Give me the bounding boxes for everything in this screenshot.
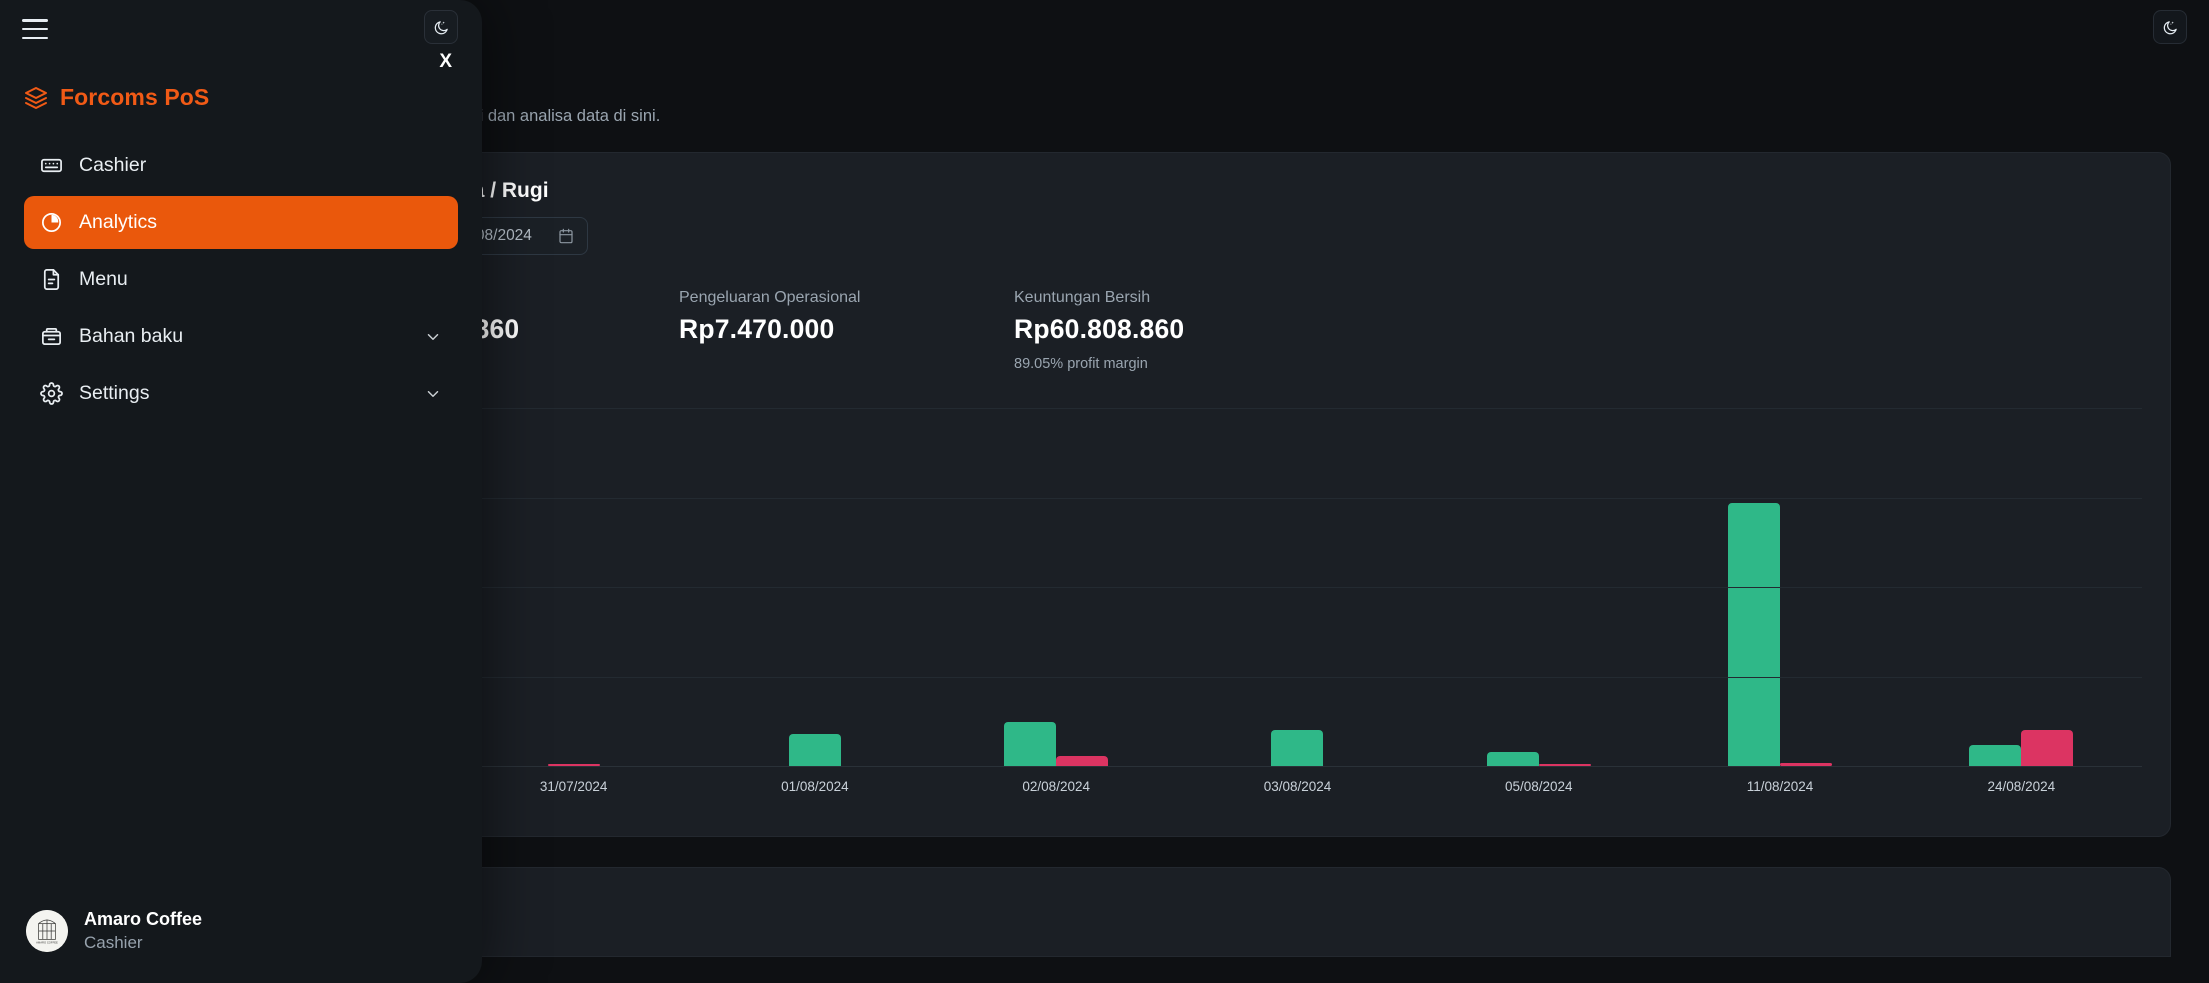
drawer-item-bahan-baku[interactable]: Bahan baku	[24, 310, 458, 363]
main-content: Analytics Lihat riwayat transaksi dan an…	[282, 0, 2209, 983]
analysis-card: Analisis Laba / Rugi 01/07/2024 - 30/08/…	[320, 152, 2171, 837]
chart-plot	[453, 408, 2142, 766]
kpi-label: Keuntungan Bersih	[1014, 289, 1344, 307]
drawer-item-label: Bahan baku	[79, 327, 183, 347]
kpi-value: Rp7.470.000	[679, 314, 1014, 345]
pie-chart-icon	[40, 211, 63, 234]
drawer-item-analytics[interactable]: Analytics	[24, 196, 458, 249]
page-header: Analytics Lihat riwayat transaksi dan an…	[320, 0, 2171, 126]
x-axis-tick-label: 31/07/2024	[453, 766, 694, 808]
kpi-value: Rp60.808.860	[1014, 314, 1344, 345]
chart-bar-profit[interactable]	[1969, 745, 2021, 766]
drawer-item-menu[interactable]: Menu	[24, 253, 458, 306]
drawer-dark-mode-toggle[interactable]	[424, 10, 458, 44]
screen-root: Forcoms PoS Cashier Analytics	[0, 0, 2209, 983]
drawer-item-label: Cashier	[79, 156, 146, 176]
moon-icon	[433, 19, 450, 36]
gridline	[453, 677, 2142, 678]
kpi-profit-margin: 89.05% profit margin	[1014, 356, 1344, 372]
drawer-topbar	[0, 0, 482, 58]
user-role: Cashier	[84, 933, 202, 953]
gridline	[453, 587, 2142, 588]
kpi-pengeluaran-operasional: Pengeluaran Operasional Rp7.470.000	[679, 289, 1014, 372]
layers-icon	[24, 86, 48, 110]
page-title: Analytics	[320, 62, 2171, 98]
chart-bar-profit[interactable]	[1487, 752, 1539, 766]
chart-bar-profit[interactable]	[1004, 722, 1056, 766]
chart-bar-profit[interactable]	[1271, 730, 1323, 766]
brand-name: Forcoms PoS	[60, 84, 209, 111]
package-icon	[40, 325, 63, 348]
x-axis-tick-label: 11/08/2024	[1659, 766, 1900, 808]
mobile-nav-drawer: X Forcoms PoS Cashier	[0, 0, 482, 983]
x-axis-tick-label: 02/08/2024	[936, 766, 1177, 808]
chart-bar-loss[interactable]	[1056, 756, 1108, 766]
x-axis-tick-label: 05/08/2024	[1418, 766, 1659, 808]
document-icon	[40, 268, 63, 291]
drawer-item-cashier[interactable]: Cashier	[24, 139, 458, 192]
dark-mode-toggle[interactable]	[2153, 10, 2187, 44]
gear-icon	[40, 382, 63, 405]
kpi-keuntungan-bersih: Keuntungan Bersih Rp60.808.860 89.05% pr…	[1014, 289, 1344, 372]
drawer-nav: Cashier Analytics Me	[0, 139, 482, 420]
gridline	[453, 498, 2142, 499]
page-subtitle: Lihat riwayat transaksi dan analisa data…	[320, 107, 2171, 126]
keyboard-icon	[40, 154, 63, 177]
svg-text:AMARO COFFEE: AMARO COFFEE	[36, 941, 58, 945]
x-axis: 31/07/202401/08/202402/08/202403/08/2024…	[453, 766, 2142, 808]
calendar-icon	[558, 228, 574, 244]
drawer-brand: Forcoms PoS	[0, 58, 482, 111]
drawer-item-label: Menu	[79, 270, 128, 290]
user-meta: Amaro Coffee Cashier	[84, 909, 202, 953]
avatar: AMARO COFFEE	[26, 910, 68, 952]
close-drawer-button[interactable]: X	[439, 52, 452, 71]
chart-bar-profit[interactable]	[1728, 503, 1780, 766]
kpi-label: Pengeluaran Operasional	[679, 289, 1014, 307]
user-name: Amaro Coffee	[84, 909, 202, 930]
hamburger-icon[interactable]	[22, 19, 48, 39]
transactions-card-title: Transaksi	[349, 894, 2142, 918]
kpi-row: Pendapatan Kotor Rp68.278.860 Pengeluara…	[349, 289, 2142, 372]
analysis-card-title: Analisis Laba / Rugi	[349, 179, 2142, 203]
profit-loss-chart: Rp0Rp15.000.000Rp30.000.000Rp45.000.000R…	[349, 408, 2142, 808]
drawer-user-profile[interactable]: AMARO COFFEE Amaro Coffee Cashier	[0, 891, 482, 983]
moon-icon	[2162, 19, 2179, 36]
x-axis-tick-label: 03/08/2024	[1177, 766, 1418, 808]
drawer-item-label: Settings	[79, 384, 149, 404]
transactions-card: Transaksi	[320, 867, 2171, 957]
drawer-item-settings[interactable]: Settings	[24, 367, 458, 420]
x-axis-tick-label: 24/08/2024	[1901, 766, 2142, 808]
x-axis-tick-label: 01/08/2024	[694, 766, 935, 808]
chart-bar-profit[interactable]	[789, 734, 841, 766]
amaro-coffee-logo-icon: AMARO COFFEE	[26, 910, 68, 952]
chart-plot-area: Rp0Rp15.000.000Rp30.000.000Rp45.000.000R…	[349, 408, 2142, 766]
drawer-item-label: Analytics	[79, 213, 157, 233]
chart-bar-loss[interactable]	[2021, 730, 2073, 766]
chevron-down-icon	[424, 385, 442, 403]
chevron-down-icon	[424, 328, 442, 346]
gridline	[453, 408, 2142, 409]
